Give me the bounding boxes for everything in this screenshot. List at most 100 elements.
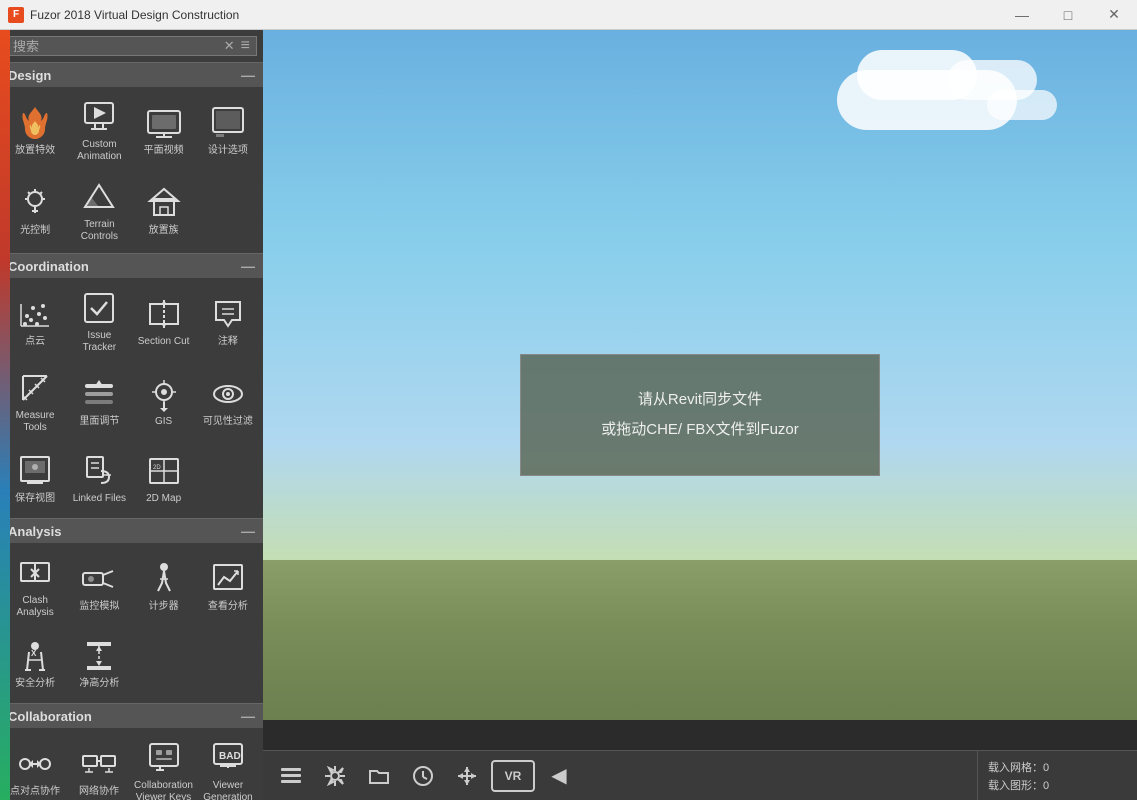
toolbar-vr-button[interactable]: VR [491,760,535,792]
tool-visibility-label: 可见性过滤 [203,416,253,428]
status-bar: 载入网格：0 载入图形：0 [977,750,1137,800]
light-icon [15,183,55,223]
toolbar-list-button[interactable] [271,756,311,796]
tool-surveillance-label: 监控模拟 [79,601,119,613]
mesh-count: 0 [1043,762,1049,774]
section-analysis-label: Analysis [8,524,61,539]
tool-adjust[interactable]: 里面调节 [68,362,130,440]
tool-network-label: 网络协作 [79,786,119,798]
tool-collab-viewer-keys[interactable]: Collaboration Viewer Keys [132,732,195,800]
tool-annotation-label: 注释 [218,336,238,348]
tool-issue-tracker[interactable]: Issue Tracker [68,282,130,360]
surveillance-icon [79,559,119,599]
section-design[interactable]: Design — [0,62,263,87]
tool-clash-analysis[interactable]: Clash Analysis [4,547,66,625]
fire-icon [15,103,55,143]
search-bar[interactable]: ✕ ≡ [6,36,257,56]
tool-2d-map[interactable]: 2D 2D Map [133,442,195,514]
section-coordination[interactable]: Coordination — [0,253,263,278]
search-menu-icon[interactable]: ≡ [241,37,250,55]
section-coordination-label: Coordination [8,259,89,274]
close-button[interactable]: ✕ [1091,0,1137,30]
svg-text:2D: 2D [153,465,161,471]
tool-2d-map-label: 2D Map [146,493,181,505]
tool-gis[interactable]: GIS [133,362,195,440]
tool-clearance-analysis[interactable]: 净高分析 [68,627,130,699]
tool-terrain-label: Terrain Controls [70,219,128,243]
linked-files-icon [79,451,119,491]
tool-design-options[interactable]: 设计选项 [197,91,259,169]
tool-light-control[interactable]: 光控制 [4,171,66,249]
tool-pointcloud[interactable]: 点云 [4,282,66,360]
app-icon: F [8,7,24,23]
tool-fire-effects[interactable]: 放置特效 [4,91,66,169]
tool-light-label: 光控制 [20,225,50,237]
flat-video-icon [144,103,184,143]
section-coordination-collapse-icon: — [241,258,255,274]
measure-icon [15,368,55,408]
tool-pointcloud-label: 点云 [25,336,45,348]
mesh-status: 载入网格：0 [988,759,1127,775]
tool-flat-video-label: 平面视频 [144,145,184,157]
tool-measure[interactable]: Measure Tools [4,362,66,440]
section-analysis-collapse-icon: — [241,523,255,539]
tool-custom-animation-label: Custom Animation [70,139,128,163]
tool-safety-analysis[interactable]: X 安全分析 [4,627,66,699]
tool-custom-animation[interactable]: Custom Animation [68,91,130,169]
sidebar: ✕ ≡ Design — 放置特效 Custom Animation [0,30,263,800]
tool-clash-analysis-label: Clash Analysis [6,595,64,619]
tool-save-view[interactable]: 保存视图 [4,442,66,514]
arrow-icon: ◀ [551,763,566,788]
tool-annotation[interactable]: 注释 [197,282,259,360]
toolbar-clock-button[interactable] [403,756,443,796]
tool-flat-video[interactable]: 平面视频 [133,91,195,169]
section-design-collapse-icon: — [241,67,255,83]
place-family-icon [144,183,184,223]
image-status: 载入图形：0 [988,777,1127,793]
tool-network-collaboration[interactable]: 网络协作 [68,732,130,800]
tool-p2p-collaboration[interactable]: 点对点协作 [4,732,66,800]
analysis-tools-grid: Clash Analysis 监控模拟 计步器 查看 [0,543,263,703]
collab-viewer-keys-icon [144,738,184,778]
search-input[interactable] [13,39,220,54]
tool-gis-label: GIS [155,416,172,428]
custom-animation-icon [79,97,119,137]
tool-view-analysis-label: 查看分析 [208,601,248,613]
section-design-label: Design [8,68,51,83]
minimize-button[interactable]: — [999,0,1045,30]
section-collaboration[interactable]: Collaboration — [0,703,263,728]
p2p-icon [15,744,55,784]
toolbar-nav-button[interactable] [315,756,355,796]
terrain-icon [79,177,119,217]
tool-clearance-label: 净高分析 [79,678,119,690]
tool-adjust-label: 里面调节 [79,416,119,428]
coordination-tools-grid: 点云 Issue Tracker Section Cut [0,278,263,518]
dialog-line2: 或拖动CHE/ FBX文件到Fuzor [541,415,859,445]
tool-section-cut[interactable]: Section Cut [133,282,195,360]
tool-measure-label: Measure Tools [6,410,64,434]
left-edge-bar [0,30,10,800]
search-clear-icon[interactable]: ✕ [224,38,235,54]
tool-place-family[interactable]: 放置族 [133,171,195,249]
tool-safety-analysis-label: 安全分析 [15,678,55,690]
toolbar-folder-button[interactable] [359,756,399,796]
tool-pedometer[interactable]: 计步器 [133,547,195,625]
tool-fire-effects-label: 放置特效 [15,145,55,157]
toolbar-collapse-button[interactable]: ◀ [539,756,579,796]
main-container: ✕ ≡ Design — 放置特效 Custom Animation [0,30,1137,800]
maximize-button[interactable]: □ [1045,0,1091,30]
tool-viewer-generation[interactable]: BAD Viewer Generation [197,732,259,800]
section-collaboration-collapse-icon: — [241,708,255,724]
tool-surveillance[interactable]: 监控模拟 [68,547,130,625]
tool-visibility[interactable]: 可见性过滤 [197,362,259,440]
section-analysis[interactable]: Analysis — [0,518,263,543]
tool-linked-files[interactable]: Linked Files [68,442,130,514]
tool-terrain-controls[interactable]: Terrain Controls [68,171,130,249]
annotation-icon [208,294,248,334]
vr-label: VR [505,769,522,783]
issue-tracker-icon [79,288,119,328]
tool-view-analysis[interactable]: 查看分析 [197,547,259,625]
window-controls: — □ ✕ [999,0,1137,30]
toolbar-move-button[interactable] [447,756,487,796]
network-icon [79,744,119,784]
